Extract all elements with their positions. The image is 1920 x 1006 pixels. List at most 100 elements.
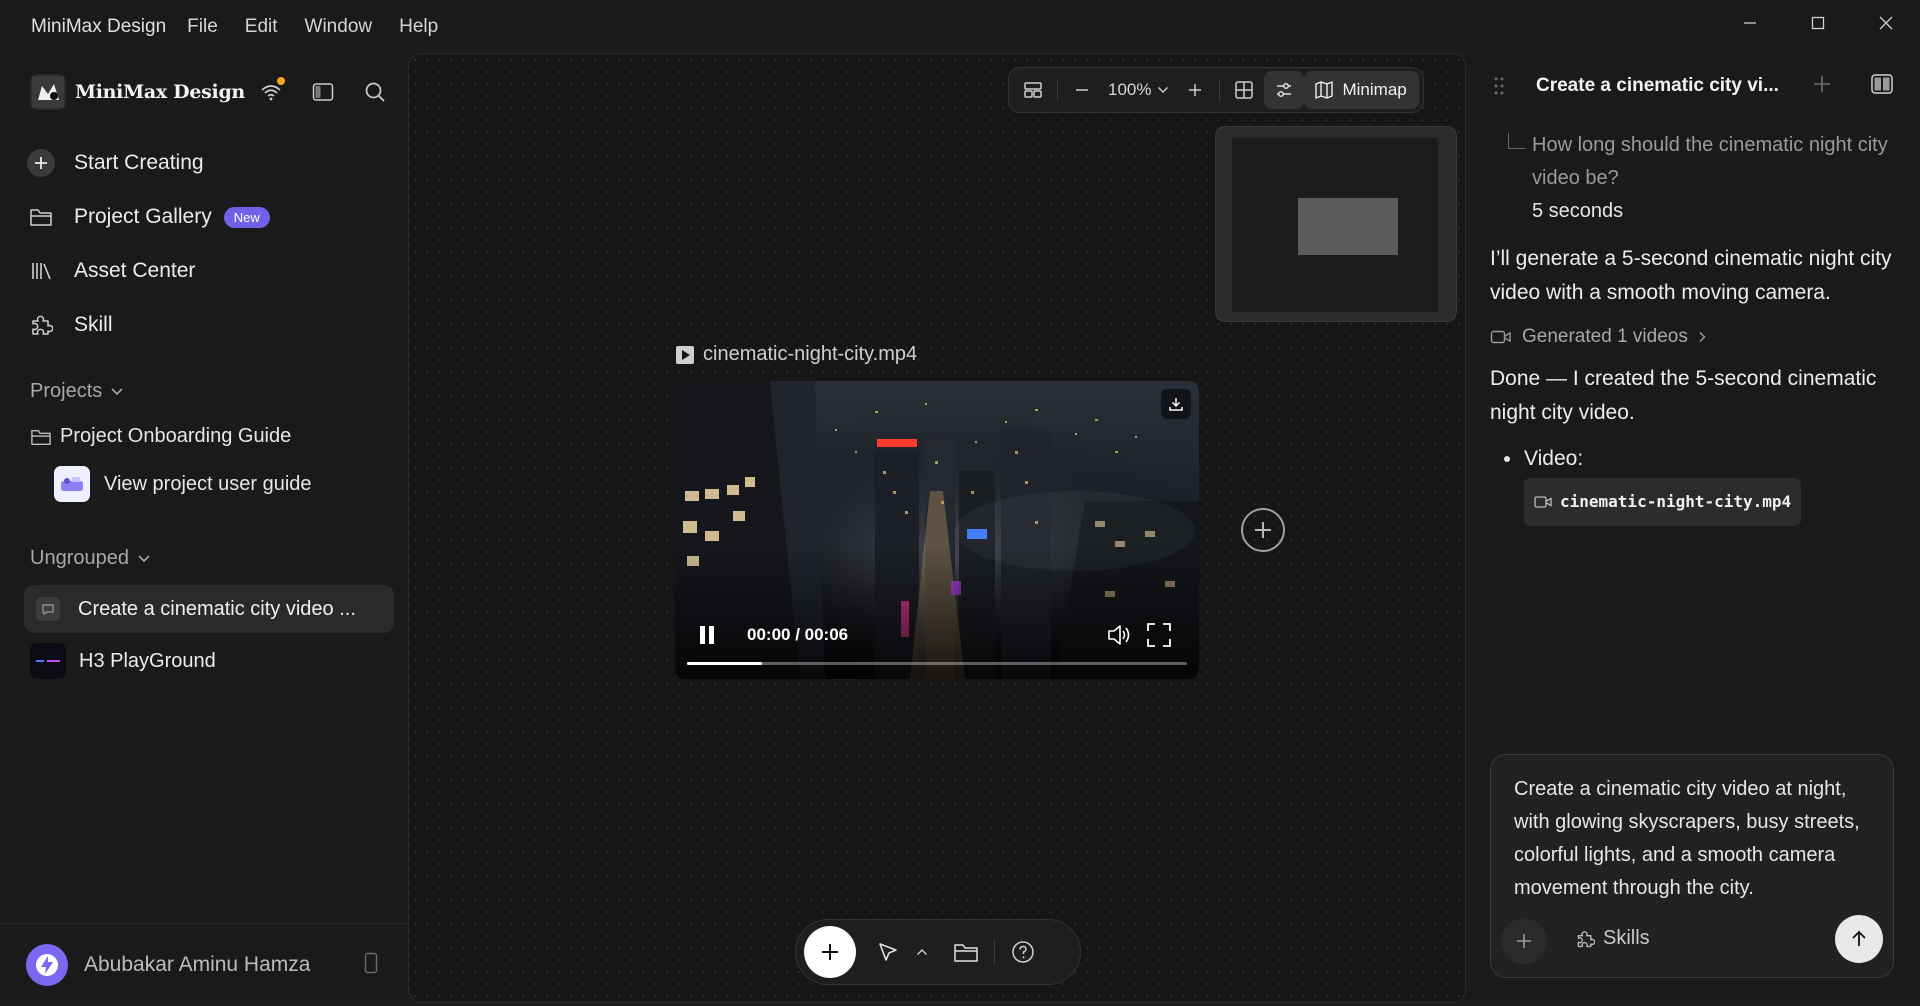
minimap[interactable] xyxy=(1215,126,1457,322)
canvas-toolbar: 100% Minimap xyxy=(1008,67,1424,113)
chat-panel: Create a cinematic city vi... How long s… xyxy=(1466,53,1920,1006)
nav-label: Project Gallery xyxy=(74,205,212,228)
message-composer[interactable]: Create a cinematic city video at night, … xyxy=(1490,754,1894,978)
video-result-item: Video: cinematic-night-city.mp4 xyxy=(1490,442,1900,526)
user-profile[interactable]: Abubakar Aminu Hamza xyxy=(0,923,408,1006)
bullet-dot xyxy=(1504,456,1510,462)
nav-label: Asset Center xyxy=(74,259,196,282)
menu-help[interactable]: Help xyxy=(399,16,438,38)
select-tool-button[interactable] xyxy=(866,930,910,974)
ungrouped-section-toggle[interactable]: Ungrouped xyxy=(30,547,151,570)
zoom-select[interactable]: 100% xyxy=(1102,80,1175,100)
playground-thumbnail xyxy=(30,643,66,679)
nav-project-gallery[interactable]: Project Gallery New xyxy=(26,190,396,244)
toolbar-divider xyxy=(1219,79,1221,101)
create-button[interactable] xyxy=(804,926,856,978)
projects-label: Projects xyxy=(30,380,103,402)
chat-bubble-icon xyxy=(36,597,60,621)
video-progress-bar[interactable] xyxy=(687,662,1187,665)
project-item-user-guide[interactable]: View project user guide xyxy=(54,466,312,502)
window-controls xyxy=(1716,0,1920,46)
help-button[interactable] xyxy=(1001,930,1045,974)
maximize-button[interactable] xyxy=(1784,0,1852,46)
thread-connector xyxy=(1508,133,1526,149)
chevron-down-icon xyxy=(1158,87,1169,93)
chat-panel-header: Create a cinematic city vi... xyxy=(1466,53,1920,119)
folder-icon xyxy=(954,944,978,962)
settings-sliders-button[interactable] xyxy=(1264,71,1305,109)
puzzle-icon xyxy=(1577,930,1595,947)
nav-skill[interactable]: Skill xyxy=(26,298,396,352)
video-file-chip[interactable]: cinematic-night-city.mp4 xyxy=(1524,478,1802,526)
attach-button[interactable] xyxy=(1501,918,1547,964)
generated-videos-toggle[interactable]: Generated 1 videos xyxy=(1490,326,1900,348)
video-file-icon xyxy=(676,345,694,364)
nav-label: Start Creating xyxy=(74,151,204,174)
arrow-up-icon xyxy=(1852,930,1866,946)
video-node-title: cinematic-night-city.mp4 xyxy=(675,343,917,366)
minimize-icon xyxy=(1744,22,1756,24)
drag-handle-icon[interactable] xyxy=(1494,77,1504,95)
chevron-down-icon xyxy=(111,387,123,395)
download-icon xyxy=(1169,398,1183,411)
toolbar-divider xyxy=(1057,79,1058,101)
sidebar: MiniMax Design Start Creating Project Ga… xyxy=(0,53,408,1006)
projects-section-toggle[interactable]: Projects xyxy=(30,380,124,403)
send-button[interactable] xyxy=(1835,915,1883,963)
guide-thumbnail xyxy=(54,466,90,502)
pause-button[interactable] xyxy=(695,623,719,647)
chevron-down-icon xyxy=(138,554,150,562)
plus-icon xyxy=(822,944,838,960)
composer-input[interactable]: Create a cinematic city video at night, … xyxy=(1514,773,1882,905)
zoom-out-button[interactable] xyxy=(1062,71,1102,109)
volume-icon xyxy=(1108,625,1130,645)
menu-edit[interactable]: Edit xyxy=(245,16,278,38)
minimize-button[interactable] xyxy=(1716,0,1784,46)
new-chat-button[interactable] xyxy=(1811,73,1833,95)
network-status-button[interactable] xyxy=(256,77,286,107)
menu-file[interactable]: File xyxy=(187,16,218,38)
canvas[interactable]: 100% Minimap cinematic-night-city.mp4 00… xyxy=(408,53,1466,1003)
notification-dot xyxy=(277,77,285,85)
video-controls: 00:00 / 00:06 xyxy=(675,603,1199,679)
question-text: How long should the cinematic night city… xyxy=(1532,134,1888,189)
volume-button[interactable] xyxy=(1105,621,1133,649)
logo-icon xyxy=(32,76,64,108)
toggle-sidebar-button[interactable] xyxy=(308,77,338,107)
split-panel-icon xyxy=(1871,74,1893,94)
folder-icon xyxy=(26,202,56,232)
skills-label: Skills xyxy=(1603,927,1650,949)
menu-window[interactable]: Window xyxy=(305,16,373,38)
main-nav: Start Creating Project Gallery New Asset… xyxy=(26,136,396,352)
minus-icon xyxy=(1076,89,1088,91)
close-window-button[interactable] xyxy=(1852,0,1920,46)
nav-asset-center[interactable]: Asset Center xyxy=(26,244,396,298)
nav-start-creating[interactable]: Start Creating xyxy=(26,136,396,190)
plus-icon xyxy=(1517,934,1531,948)
fullscreen-button[interactable] xyxy=(1145,621,1173,649)
download-button[interactable] xyxy=(1161,389,1191,419)
toggle-panel-button[interactable] xyxy=(1870,73,1894,95)
title-bar: MiniMax Design File Edit Window Help xyxy=(0,0,1920,53)
minimap-toggle[interactable]: Minimap xyxy=(1304,71,1419,109)
chevron-right-icon xyxy=(1699,332,1706,342)
open-folder-button[interactable] xyxy=(944,930,988,974)
search-button[interactable] xyxy=(360,77,390,107)
layout-button[interactable] xyxy=(1013,71,1053,109)
toolbar-divider xyxy=(994,939,995,965)
video-player[interactable]: 00:00 / 00:06 xyxy=(675,381,1199,679)
add-node-button[interactable] xyxy=(1241,508,1285,552)
mobile-device-icon[interactable] xyxy=(364,952,378,974)
project-folder-onboarding[interactable]: Project Onboarding Guide xyxy=(30,425,291,448)
project-folder-label: Project Onboarding Guide xyxy=(60,425,292,447)
chat-item-cinematic-city[interactable]: Create a cinematic city video ... xyxy=(24,585,394,633)
grid-button[interactable] xyxy=(1224,71,1264,109)
tool-options-button[interactable] xyxy=(910,930,934,974)
chat-item-h3-playground[interactable]: H3 PlayGround xyxy=(30,636,216,686)
zoom-in-button[interactable] xyxy=(1175,71,1215,109)
skills-button[interactable]: Skills xyxy=(1575,927,1650,950)
video-label: Video: xyxy=(1524,447,1584,470)
clarifying-question: How long should the cinematic night city… xyxy=(1490,129,1900,228)
chat-item-label: Create a cinematic city video ... xyxy=(78,597,356,620)
generated-label: Generated 1 videos xyxy=(1522,326,1688,347)
